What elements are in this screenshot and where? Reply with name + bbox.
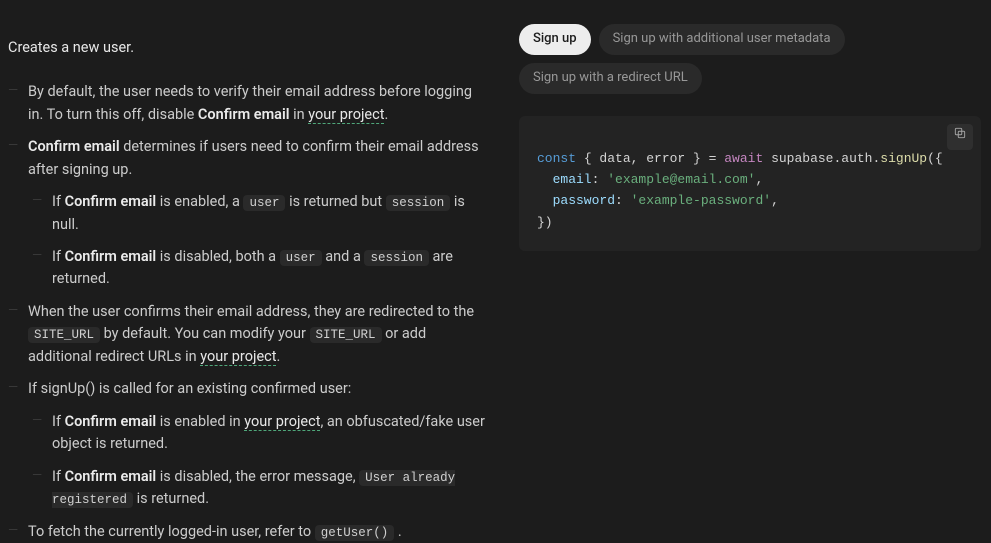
- example-tabs: Sign up Sign up with additional user met…: [519, 24, 981, 94]
- list-item: By default, the user needs to verify the…: [8, 81, 487, 126]
- list-item: If Confirm email is enabled, a user is r…: [28, 191, 487, 236]
- code-content: const { data, error } = await supabase.a…: [537, 148, 963, 234]
- code-inline: getUser(): [315, 525, 395, 541]
- code-inline: user: [243, 195, 285, 211]
- code-inline: session: [364, 250, 429, 266]
- code-inline: user: [280, 250, 322, 266]
- copy-icon: [953, 126, 967, 147]
- tab-signup-redirect[interactable]: Sign up with a redirect URL: [519, 63, 702, 94]
- copy-button[interactable]: [947, 124, 973, 150]
- list-item: When the user confirms their email addre…: [8, 301, 487, 368]
- list-item: If signUp() is called for an existing co…: [8, 378, 487, 510]
- list-item: Confirm email determines if users need t…: [8, 136, 487, 291]
- code-inline: SITE_URL: [28, 327, 100, 343]
- list-item: If Confirm email is disabled, the error …: [28, 466, 487, 511]
- sub-list: If Confirm email is enabled in your proj…: [28, 411, 487, 511]
- code-inline: session: [386, 195, 451, 211]
- code-inline: SITE_URL: [310, 327, 382, 343]
- sub-list: If Confirm email is enabled, a user is r…: [28, 191, 487, 291]
- list-item: If Confirm email is enabled in your proj…: [28, 411, 487, 456]
- documentation-panel: Creates a new user. By default, the user…: [0, 0, 495, 508]
- your-project-link[interactable]: your project: [244, 413, 320, 431]
- your-project-link[interactable]: your project: [308, 106, 384, 124]
- code-block: const { data, error } = await supabase.a…: [519, 116, 981, 252]
- intro-text: Creates a new user.: [8, 36, 487, 59]
- tab-signup[interactable]: Sign up: [519, 24, 591, 55]
- notes-list: By default, the user needs to verify the…: [8, 81, 487, 543]
- your-project-link[interactable]: your project: [200, 348, 276, 366]
- list-item: To fetch the currently logged-in user, r…: [8, 521, 487, 543]
- tab-signup-metadata[interactable]: Sign up with additional user metadata: [599, 24, 845, 55]
- list-item: If Confirm email is disabled, both a use…: [28, 246, 487, 291]
- example-panel: Sign up Sign up with additional user met…: [495, 0, 991, 508]
